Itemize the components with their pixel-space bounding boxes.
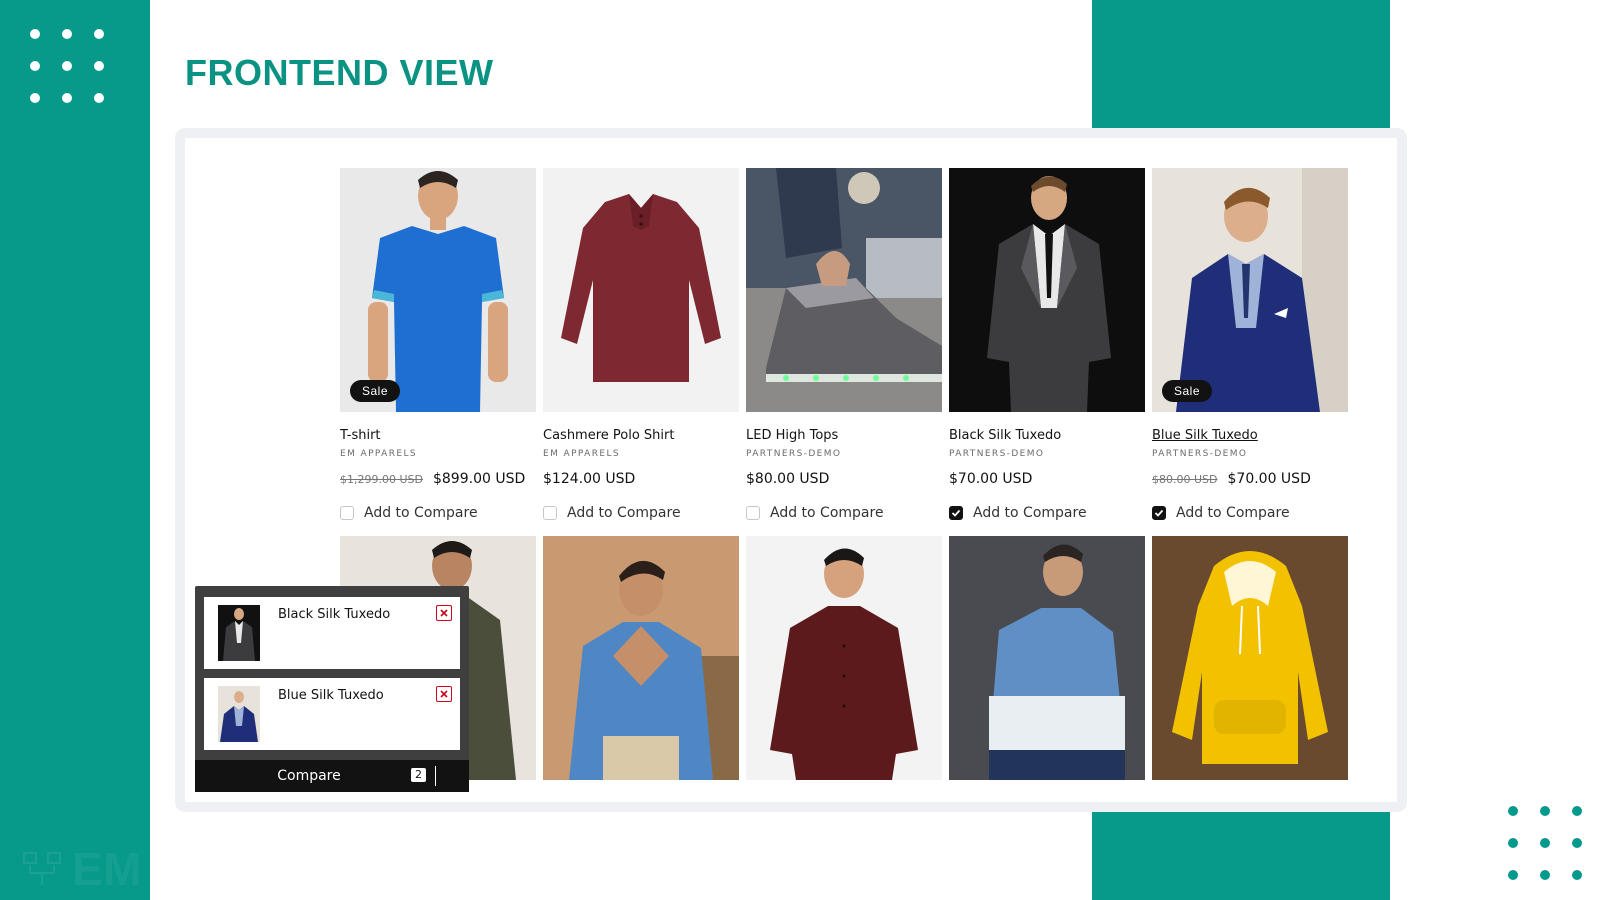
compare-drawer: Black Silk Tuxedo Blue Silk Tuxedo Compa… [195,586,469,792]
product-image-row2-2[interactable] [543,536,739,780]
product-name[interactable]: Blue Silk Tuxedo [1152,428,1348,443]
compare-item-name: Blue Silk Tuxedo [278,688,384,703]
regular-price: $70.00 USD [949,471,1033,487]
drawer-divider [435,766,436,786]
add-to-compare[interactable]: Add to Compare [340,505,536,521]
compare-item-thumb [218,686,260,742]
product-image-row2-3[interactable] [746,536,942,780]
product-price: $80.00 USD [746,471,942,487]
compare-item: Black Silk Tuxedo [204,597,460,669]
product-vendor: PARTNERS-DEMO [1152,449,1248,459]
compare-button[interactable]: Compare 2 [195,760,469,792]
add-to-compare-label[interactable]: Add to Compare [770,505,884,521]
add-to-compare-label[interactable]: Add to Compare [1176,505,1290,521]
product-image[interactable] [746,168,942,412]
product-image-row2-4[interactable] [949,536,1145,780]
watermark: EM SELECTPRO PRODUCT COMPARE [22,842,934,896]
right-decor-band-bottom [1092,812,1390,900]
compare-count-badge: 2 [411,768,426,782]
add-to-compare[interactable]: Add to Compare [949,505,1145,521]
product-price: $80.00 USD $70.00 USD [1152,471,1348,487]
regular-price: $124.00 USD [543,471,636,487]
remove-close-icon[interactable] [436,686,452,702]
add-to-compare-label[interactable]: Add to Compare [364,505,478,521]
compare-item-thumb [218,605,260,661]
product-price: $1,299.00 USD $899.00 USD [340,471,536,487]
product-price: $124.00 USD [543,471,739,487]
compare-button-label[interactable]: Compare [195,768,423,784]
product-name[interactable]: Cashmere Polo Shirt [543,428,739,443]
product-image[interactable] [949,168,1145,412]
add-to-compare-label[interactable]: Add to Compare [973,505,1087,521]
compare-checkbox[interactable] [340,506,354,520]
sale-price: $70.00 USD [1227,471,1311,487]
product-image[interactable]: Sale [1152,168,1348,412]
sale-badge: Sale [1162,380,1213,402]
add-to-compare[interactable]: Add to Compare [1152,505,1348,521]
page-title: FRONTEND VIEW [185,52,494,93]
product-vendor: EM APPARELS [543,449,620,459]
product-card-black-silk-tuxedo[interactable]: Black Silk Tuxedo PARTNERS-DEMO $70.00 U… [949,168,1145,521]
product-card-cashmere-polo[interactable]: Cashmere Polo Shirt EM APPARELS $124.00 … [543,168,739,521]
check-icon [951,509,961,517]
add-to-compare[interactable]: Add to Compare [543,505,739,521]
product-card-tshirt[interactable]: Sale T-shirt EM APPARELS $1,299.00 USD $8… [340,168,536,521]
product-card-blue-silk-tuxedo[interactable]: Sale Blue Silk Tuxedo PARTNERS-DEMO $80.… [1152,168,1348,521]
product-vendor: PARTNERS-DEMO [746,449,842,459]
sale-price: $899.00 USD [432,471,526,487]
add-to-compare[interactable]: Add to Compare [746,505,942,521]
compare-checkbox-checked[interactable] [949,506,963,520]
compare-checkbox-checked[interactable] [1152,506,1166,520]
product-price: $70.00 USD [949,471,1145,487]
watermark-text: EM SELECTPRO PRODUCT COMPARE [72,843,934,895]
product-card-led-high-tops[interactable]: LED High Tops PARTNERS-DEMO $80.00 USD A… [746,168,942,521]
check-icon [1154,509,1164,517]
compare-logo-icon [23,852,61,885]
add-to-compare-label[interactable]: Add to Compare [567,505,681,521]
product-name[interactable]: T-shirt [340,428,536,443]
remove-close-icon[interactable] [436,605,452,621]
product-image-row2-5[interactable] [1152,536,1348,780]
compare-at-price: $80.00 USD [1152,473,1218,486]
product-image[interactable]: Sale [340,168,536,412]
left-decor-band [0,0,150,900]
sale-badge: Sale [350,380,401,402]
right-decor-band-top [1092,0,1390,128]
product-vendor: PARTNERS-DEMO [949,449,1045,459]
compare-checkbox[interactable] [746,506,760,520]
compare-checkbox[interactable] [543,506,557,520]
compare-item-name: Black Silk Tuxedo [278,607,391,622]
product-name[interactable]: Black Silk Tuxedo [949,428,1145,443]
compare-item: Blue Silk Tuxedo [204,678,460,750]
product-vendor: EM APPARELS [340,449,417,459]
regular-price: $80.00 USD [746,471,830,487]
product-image[interactable] [543,168,739,412]
product-name[interactable]: LED High Tops [746,428,942,443]
compare-at-price: $1,299.00 USD [340,473,423,486]
